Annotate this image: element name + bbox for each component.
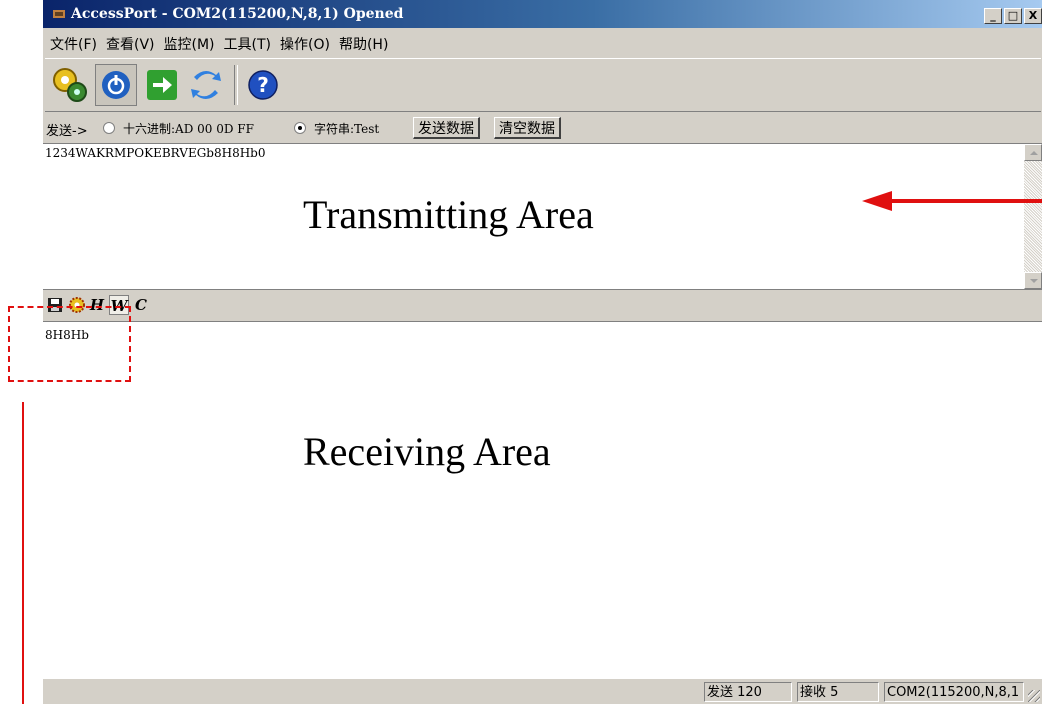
app-window: AccessPort - COM2(115200,N,8,1) Opened _… xyxy=(43,0,1042,704)
close-button[interactable]: X xyxy=(1024,8,1042,24)
settings-button[interactable] xyxy=(49,64,91,106)
annotation-highlight-box xyxy=(8,306,131,382)
main-toolbar: ? xyxy=(45,58,1041,112)
annotation-arrow-line xyxy=(890,199,1042,203)
receive-toolbar: H W C xyxy=(43,292,1042,320)
status-received: 接收 5 xyxy=(797,682,879,702)
clear-data-button[interactable]: 清空数据 xyxy=(494,117,561,139)
menu-file[interactable]: 文件(F) xyxy=(50,34,106,56)
receiving-area-annotation: Receiving Area xyxy=(303,429,551,474)
send-data-button[interactable]: 发送数据 xyxy=(413,117,480,139)
refresh-button[interactable] xyxy=(185,64,227,106)
refresh-icon xyxy=(191,70,221,100)
annotation-arrow-icon xyxy=(862,191,892,211)
menu-operate[interactable]: 操作(O) xyxy=(280,34,339,56)
go-arrow-icon xyxy=(147,70,177,100)
annotation-red-line xyxy=(22,402,24,704)
menu-tools[interactable]: 工具(T) xyxy=(224,34,280,56)
send-bar: 发送-> 十六进制:AD 00 0D FF 字符串:Test 发送数据 清空数据 xyxy=(43,116,1042,142)
string-option-label[interactable]: 字符串:Test xyxy=(314,120,379,137)
menu-monitor[interactable]: 监控(M) xyxy=(164,34,224,56)
scroll-up-arrow-icon[interactable] xyxy=(1024,144,1042,161)
power-icon xyxy=(102,71,130,99)
help-icon: ? xyxy=(248,70,278,100)
send-go-button[interactable] xyxy=(141,64,183,106)
clear-receive-button[interactable]: C xyxy=(131,295,151,315)
transmit-scrollbar[interactable] xyxy=(1024,144,1042,289)
open-port-button[interactable] xyxy=(95,64,137,106)
hex-radio[interactable] xyxy=(103,122,115,134)
minimize-button[interactable]: _ xyxy=(984,8,1002,24)
receive-textarea[interactable]: 8H8Hb xyxy=(43,321,1042,679)
scroll-down-arrow-icon[interactable] xyxy=(1024,272,1042,289)
transmit-text: 1234WAKRMPOKEBRVEGb8H8Hb0 xyxy=(45,146,266,160)
app-icon xyxy=(53,10,65,18)
transmitting-area-annotation: Transmitting Area xyxy=(303,192,594,237)
maximize-button[interactable]: □ xyxy=(1004,8,1022,24)
scroll-track[interactable] xyxy=(1024,161,1042,272)
status-sent: 发送 120 xyxy=(704,682,792,702)
menu-view[interactable]: 查看(V) xyxy=(106,34,164,56)
send-label: 发送-> xyxy=(46,124,88,139)
svg-text:?: ? xyxy=(257,73,269,97)
string-radio[interactable] xyxy=(294,122,306,134)
help-button[interactable]: ? xyxy=(242,64,284,106)
title-bar[interactable]: AccessPort - COM2(115200,N,8,1) Opened _… xyxy=(43,0,1042,28)
hex-option-label[interactable]: 十六进制:AD 00 0D FF xyxy=(123,120,254,137)
menu-help[interactable]: 帮助(H) xyxy=(339,34,397,56)
window-title: AccessPort - COM2(115200,N,8,1) Opened xyxy=(71,6,404,22)
menu-bar: 文件(F) 查看(V) 监控(M) 工具(T) 操作(O) 帮助(H) xyxy=(43,34,397,56)
status-port: COM2(115200,N,8,1 xyxy=(884,682,1024,702)
status-bar: 发送 120 接收 5 COM2(115200,N,8,1 xyxy=(43,680,1042,704)
gears-icon xyxy=(53,68,87,102)
resize-grip-icon[interactable] xyxy=(1028,690,1040,702)
caption-buttons: _ □ X xyxy=(984,8,1042,24)
toolbar-separator xyxy=(234,65,238,105)
